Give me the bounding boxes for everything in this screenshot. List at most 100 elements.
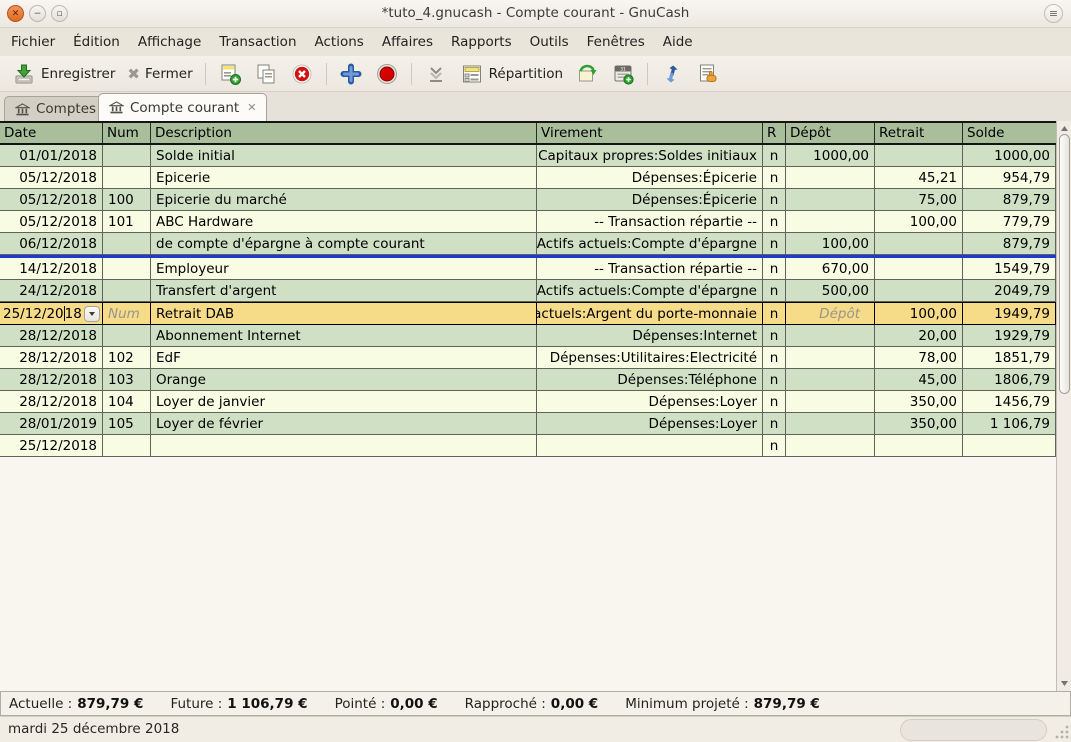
cell-depot[interactable] bbox=[786, 167, 875, 188]
cell-virement[interactable]: Capitaux propres:Soldes initiaux bbox=[537, 145, 763, 166]
table-row[interactable]: 06/12/2018 de compte d'épargne à compte c… bbox=[0, 233, 1056, 255]
table-row[interactable]: 05/12/2018101ABC Hardware-- Transaction … bbox=[0, 211, 1056, 233]
cell-virement[interactable]: Dépenses:Épicerie bbox=[537, 189, 763, 210]
cell-desc[interactable]: Transfert d'argent bbox=[151, 280, 537, 301]
cell-retrait[interactable]: 45,21 bbox=[875, 167, 963, 188]
scrollbar-thumb[interactable] bbox=[1059, 134, 1070, 394]
add-transaction-button[interactable] bbox=[333, 60, 369, 88]
cell-retrait[interactable]: 78,00 bbox=[875, 347, 963, 368]
menu-fichier[interactable]: Fichier bbox=[2, 28, 64, 56]
cell-date[interactable]: 05/12/2018 bbox=[0, 211, 103, 232]
cell-retrait[interactable]: 350,00 bbox=[875, 413, 963, 434]
cell-num[interactable] bbox=[103, 167, 151, 188]
menu-transaction[interactable]: Transaction bbox=[210, 28, 305, 56]
cell-solde[interactable]: 879,79 bbox=[963, 189, 1056, 210]
duplicate-transaction-button[interactable] bbox=[248, 60, 284, 88]
cell-date[interactable]: 28/12/2018 bbox=[0, 347, 103, 368]
menu-aide[interactable]: Aide bbox=[654, 28, 702, 56]
cell-solde[interactable]: 1456,79 bbox=[963, 391, 1056, 412]
new-transaction-button[interactable] bbox=[212, 60, 248, 88]
cell-virement[interactable]: Dépenses:Épicerie bbox=[537, 167, 763, 188]
table-row[interactable]: 24/12/2018Transfert d'argents:Actifs act… bbox=[0, 280, 1056, 302]
cell-retrait[interactable] bbox=[875, 258, 963, 279]
table-row[interactable]: 01/01/2018Solde initialCapitaux propres:… bbox=[0, 145, 1056, 167]
cell-solde[interactable]: 954,79 bbox=[963, 167, 1056, 188]
cell-desc[interactable]: Epicerie bbox=[151, 167, 537, 188]
cell-r[interactable]: n bbox=[763, 258, 786, 279]
cell-r[interactable]: n bbox=[763, 347, 786, 368]
tab-close-icon[interactable]: ✕ bbox=[247, 101, 256, 114]
scroll-down-arrow-icon[interactable] bbox=[1058, 677, 1071, 690]
cell-depot[interactable] bbox=[786, 325, 875, 346]
cell-desc[interactable]: Loyer de février bbox=[151, 413, 537, 434]
cell-num[interactable]: 105 bbox=[103, 413, 151, 434]
tab-comptes[interactable]: Comptes bbox=[4, 96, 107, 121]
table-row[interactable]: 05/12/2018100Epicerie du marchéDépenses:… bbox=[0, 189, 1056, 211]
cell-virement[interactable]: s:Actifs actuels:Compte d'épargne bbox=[537, 233, 763, 254]
cell-retrait[interactable] bbox=[875, 233, 963, 254]
cell-num[interactable]: 102 bbox=[103, 347, 151, 368]
cell-num[interactable]: 100 bbox=[103, 189, 151, 210]
cell-date[interactable]: 28/12/2018 bbox=[0, 369, 103, 390]
cell-retrait[interactable]: 100,00 bbox=[875, 211, 963, 232]
close-register-button[interactable]: ✖ Fermer bbox=[121, 61, 198, 87]
cell-depot[interactable] bbox=[786, 413, 875, 434]
cell-depot[interactable]: 1000,00 bbox=[786, 145, 875, 166]
cell-retrait[interactable]: 100,00 bbox=[875, 303, 963, 324]
cell-num[interactable] bbox=[103, 258, 151, 279]
cell-depot[interactable] bbox=[786, 211, 875, 232]
cell-virement[interactable]: -- Transaction répartie -- bbox=[537, 211, 763, 232]
column-header-virement[interactable]: Virement bbox=[537, 123, 763, 143]
split-button[interactable]: Répartition bbox=[454, 60, 569, 88]
cell-desc[interactable] bbox=[151, 435, 537, 456]
cell-desc[interactable]: Employeur bbox=[151, 258, 537, 279]
window-menu-button[interactable]: ≡ bbox=[1044, 4, 1063, 23]
cell-desc[interactable]: EdF bbox=[151, 347, 537, 368]
cell-desc[interactable]: de compte d'épargne à compte courant bbox=[151, 233, 537, 254]
cell-desc[interactable]: Epicerie du marché bbox=[151, 189, 537, 210]
cell-date[interactable]: 25/12/2018 bbox=[0, 303, 103, 324]
cell-desc[interactable]: Solde initial bbox=[151, 145, 537, 166]
cell-depot[interactable]: 500,00 bbox=[786, 280, 875, 301]
cell-desc[interactable]: Orange bbox=[151, 369, 537, 390]
delete-transaction-button[interactable] bbox=[284, 60, 320, 88]
column-header-r[interactable]: R bbox=[763, 123, 786, 143]
cell-solde[interactable]: 1929,79 bbox=[963, 325, 1056, 346]
cell-date[interactable]: 24/12/2018 bbox=[0, 280, 103, 301]
cell-virement[interactable]: Dépenses:Téléphone bbox=[537, 369, 763, 390]
table-row[interactable]: 28/12/2018Abonnement InternetDépenses:In… bbox=[0, 325, 1056, 347]
cell-date[interactable]: 06/12/2018 bbox=[0, 233, 103, 254]
cell-num[interactable] bbox=[103, 280, 151, 301]
cell-solde[interactable]: 1851,79 bbox=[963, 347, 1056, 368]
cell-desc[interactable]: Loyer de janvier bbox=[151, 391, 537, 412]
cell-num[interactable] bbox=[103, 435, 151, 456]
cell-solde[interactable] bbox=[963, 435, 1056, 456]
cell-desc[interactable]: Abonnement Internet bbox=[151, 325, 537, 346]
vertical-scrollbar[interactable] bbox=[1056, 121, 1071, 691]
schedule-button[interactable]: 31 bbox=[605, 60, 641, 88]
column-header-retrait[interactable]: Retrait bbox=[875, 123, 963, 143]
cell-depot[interactable]: 100,00 bbox=[786, 233, 875, 254]
cell-virement[interactable]: Dépenses:Utilitaires:Electricité bbox=[537, 347, 763, 368]
column-header-depot[interactable]: Dépôt bbox=[786, 123, 875, 143]
cell-desc[interactable]: ABC Hardware bbox=[151, 211, 537, 232]
cell-r[interactable]: n bbox=[763, 145, 786, 166]
cell-retrait[interactable] bbox=[875, 280, 963, 301]
cell-retrait[interactable]: 20,00 bbox=[875, 325, 963, 346]
enter-transaction-button[interactable] bbox=[418, 60, 454, 88]
cell-date[interactable]: 14/12/2018 bbox=[0, 258, 103, 279]
cell-r[interactable]: n bbox=[763, 303, 786, 324]
table-row[interactable]: 28/12/2018103OrangeDépenses:Téléphonen45… bbox=[0, 369, 1056, 391]
cell-r[interactable]: n bbox=[763, 233, 786, 254]
column-header-date[interactable]: Date bbox=[0, 123, 103, 143]
cell-r[interactable]: n bbox=[763, 413, 786, 434]
resize-grip[interactable] bbox=[1055, 725, 1069, 739]
cell-virement[interactable]: s actuels:Argent du porte-monnaie bbox=[537, 303, 763, 324]
jump-button[interactable] bbox=[569, 60, 605, 88]
cell-r[interactable]: n bbox=[763, 211, 786, 232]
blank-transaction-button[interactable] bbox=[690, 60, 726, 88]
cell-depot[interactable] bbox=[786, 369, 875, 390]
cell-date[interactable]: 28/12/2018 bbox=[0, 325, 103, 346]
cell-r[interactable]: n bbox=[763, 189, 786, 210]
cell-depot[interactable] bbox=[786, 391, 875, 412]
